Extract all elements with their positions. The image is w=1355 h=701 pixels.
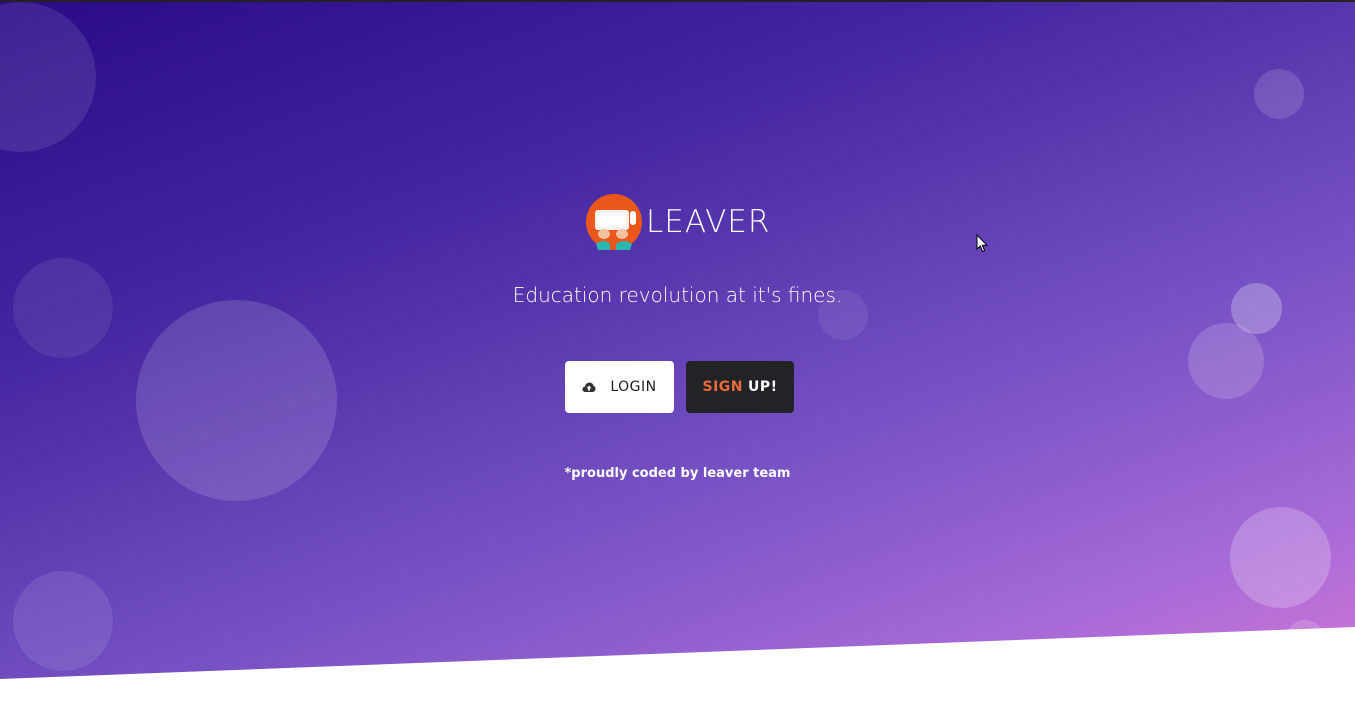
signup-label-part2: UP! xyxy=(747,379,778,395)
decorative-bubble xyxy=(13,571,113,671)
login-button[interactable]: LOGIN xyxy=(565,361,674,413)
team-credit: *proudly coded by leaver team xyxy=(564,466,791,481)
cloud-upload-icon xyxy=(582,382,596,392)
typing-hands-logo-icon xyxy=(586,194,642,250)
decorative-bubble xyxy=(0,2,96,152)
signup-label-part1: SIGN xyxy=(702,379,743,395)
signup-button[interactable]: SIGN UP! xyxy=(686,361,794,413)
decorative-bubble xyxy=(13,258,113,358)
brand-name: LEAVER xyxy=(646,204,771,240)
decorative-bubble xyxy=(1230,507,1331,608)
hero-section: LEAVER Education revolution at it's fine… xyxy=(0,0,1355,679)
top-border xyxy=(0,0,1355,2)
mouse-cursor-icon xyxy=(976,233,988,257)
hero-tagline: Education revolution at it's fines. xyxy=(512,283,843,307)
decorative-bubble xyxy=(1254,69,1304,119)
decorative-bubble xyxy=(1188,323,1264,399)
decorative-bubble xyxy=(1285,620,1325,660)
brand-logo[interactable]: LEAVER xyxy=(586,194,770,250)
login-label: LOGIN xyxy=(610,379,657,395)
